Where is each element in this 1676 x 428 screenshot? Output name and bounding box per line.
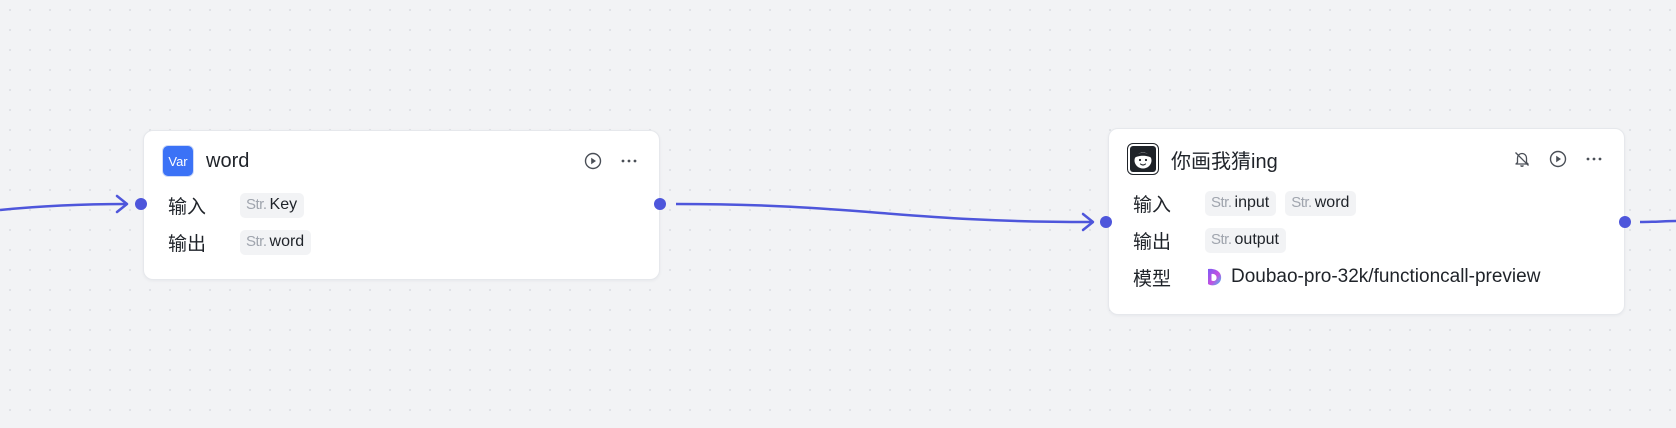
face-avatar-icon <box>1127 143 1159 175</box>
param-name: word <box>269 232 305 250</box>
llm-output-port[interactable] <box>1619 216 1631 228</box>
type-label: Str. <box>246 195 267 213</box>
input-tag-word: Str. word <box>1285 190 1357 216</box>
doubao-logo-icon <box>1205 267 1223 287</box>
variable-node[interactable]: Var word 输入 Str. Key 输出 Str. word <box>143 130 660 280</box>
variable-output-port[interactable] <box>654 198 666 210</box>
output-tag-word: Str. word <box>240 229 312 255</box>
llm-input-port[interactable] <box>1100 216 1112 228</box>
play-icon[interactable] <box>581 149 605 173</box>
edge-var-to-llm[interactable] <box>675 202 1092 224</box>
type-label: Str. <box>1291 193 1312 211</box>
output-label: 输出 <box>168 233 207 255</box>
variable-icon-text: Var <box>168 153 188 169</box>
node-header: 你画我猜ing <box>1127 143 1606 175</box>
node-header: Var word <box>162 145 641 177</box>
input-label: 输入 <box>168 196 207 218</box>
input-tag-key: Str. Key <box>240 192 305 218</box>
param-name: Key <box>269 195 298 213</box>
param-name: word <box>1314 193 1350 211</box>
edge-arrow-llm <box>1081 212 1095 232</box>
input-label: 输入 <box>1133 194 1172 216</box>
param-name: input <box>1234 193 1270 211</box>
edge-incoming-var[interactable] <box>0 202 127 212</box>
node-title: word <box>206 149 250 172</box>
output-tag-output: Str. output <box>1205 227 1286 253</box>
output-row: 输出 Str. word <box>168 227 320 257</box>
output-label: 输出 <box>1133 231 1172 253</box>
more-icon[interactable] <box>1582 147 1606 171</box>
more-icon[interactable] <box>617 149 641 173</box>
variable-icon: Var <box>162 145 194 177</box>
edge-outgoing-llm[interactable] <box>1639 219 1676 224</box>
param-name: output <box>1234 230 1279 248</box>
node-actions <box>581 149 641 173</box>
output-row: 输出 Str. output <box>1133 225 1295 255</box>
node-actions <box>1510 147 1606 171</box>
model-name: Doubao-pro-32k/functioncall-preview <box>1231 266 1541 287</box>
type-label: Str. <box>246 232 267 250</box>
variable-input-port[interactable] <box>135 198 147 210</box>
model-row: 模型 Doubao-pro-32k/functioncall-preview <box>1133 262 1540 292</box>
type-label: Str. <box>1211 193 1232 211</box>
play-icon[interactable] <box>1546 147 1570 171</box>
type-label: Str. <box>1211 230 1232 248</box>
model-label: 模型 <box>1133 268 1172 290</box>
bell-off-icon[interactable] <box>1510 147 1534 171</box>
input-row: 输入 Str. Key <box>168 190 313 220</box>
input-row: 输入 Str. input Str. word <box>1133 188 1365 218</box>
edge-arrow-var <box>115 194 129 214</box>
model-value: Doubao-pro-32k/functioncall-preview <box>1205 266 1540 288</box>
node-title: 你画我猜ing <box>1171 150 1278 173</box>
llm-node[interactable]: 你画我猜ing 输入 Str. input Str. word 输出 Str. <box>1108 128 1625 315</box>
input-tag-input: Str. input <box>1205 190 1277 216</box>
